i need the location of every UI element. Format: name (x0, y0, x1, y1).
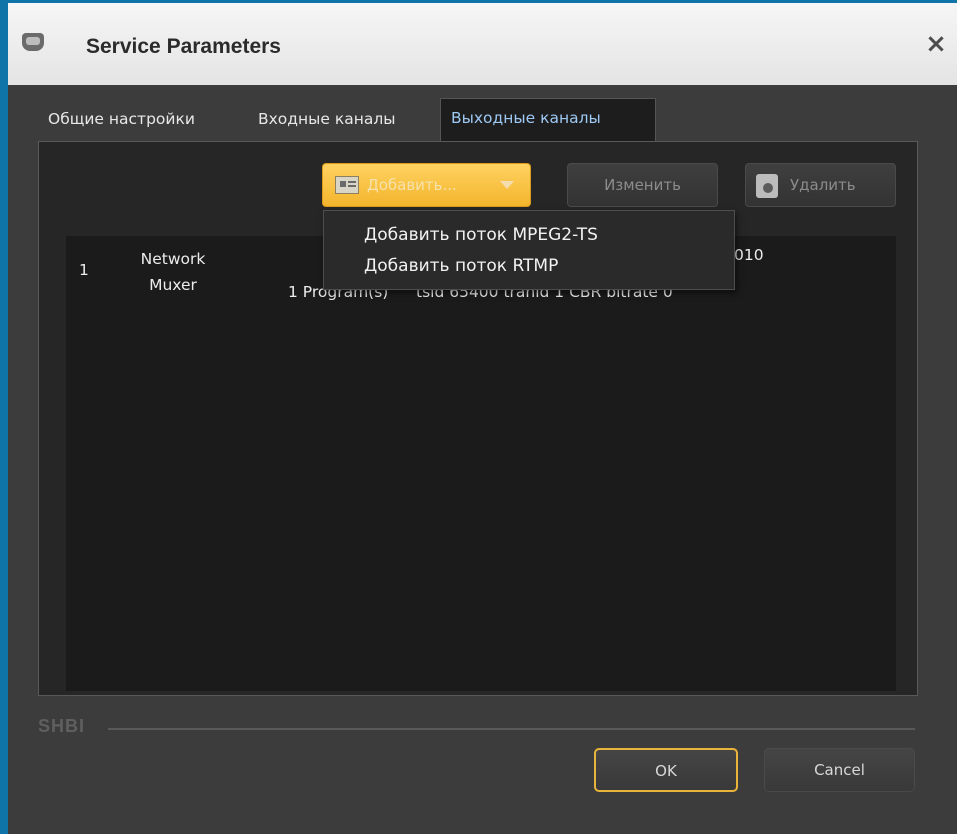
add-button-label: Добавить... (367, 176, 457, 194)
tab-input-channels[interactable]: Входные каналы (248, 100, 405, 140)
output-channel-list[interactable]: 1 Network Muxer 1 Program(s) 010 tsid 65… (66, 236, 896, 691)
tab-output-channels[interactable]: Выходные каналы (440, 98, 656, 142)
menu-item-add-rtmp[interactable]: Добавить поток RTMP (364, 251, 558, 281)
delete-button[interactable]: Удалить (745, 163, 896, 207)
chevron-down-icon (500, 181, 514, 189)
row-index: 1 (79, 261, 89, 279)
menu-item-add-mpeg2-ts[interactable]: Добавить поток MPEG2-TS (364, 220, 598, 250)
add-stream-icon (335, 176, 359, 194)
footer-divider (108, 728, 915, 730)
row-type: Network Muxer (140, 250, 206, 294)
add-stream-menu: Добавить поток MPEG2-TS Добавить поток R… (323, 210, 735, 290)
delete-button-label: Удалить (790, 176, 856, 194)
close-icon[interactable]: × (923, 31, 949, 57)
ok-button[interactable]: OK (594, 748, 738, 792)
app-icon (22, 33, 44, 51)
cancel-button[interactable]: Cancel (764, 748, 915, 792)
window-title: Service Parameters (86, 35, 281, 58)
trash-icon (756, 174, 778, 198)
title-bar[interactable]: Service Parameters × (8, 3, 957, 85)
brand-logo: SHBI (38, 716, 86, 736)
tab-general-settings[interactable]: Общие настройки (38, 100, 205, 140)
add-button[interactable]: Добавить... (322, 163, 531, 207)
edit-button[interactable]: Изменить (567, 163, 718, 207)
row-description-top: 010 (734, 246, 764, 264)
